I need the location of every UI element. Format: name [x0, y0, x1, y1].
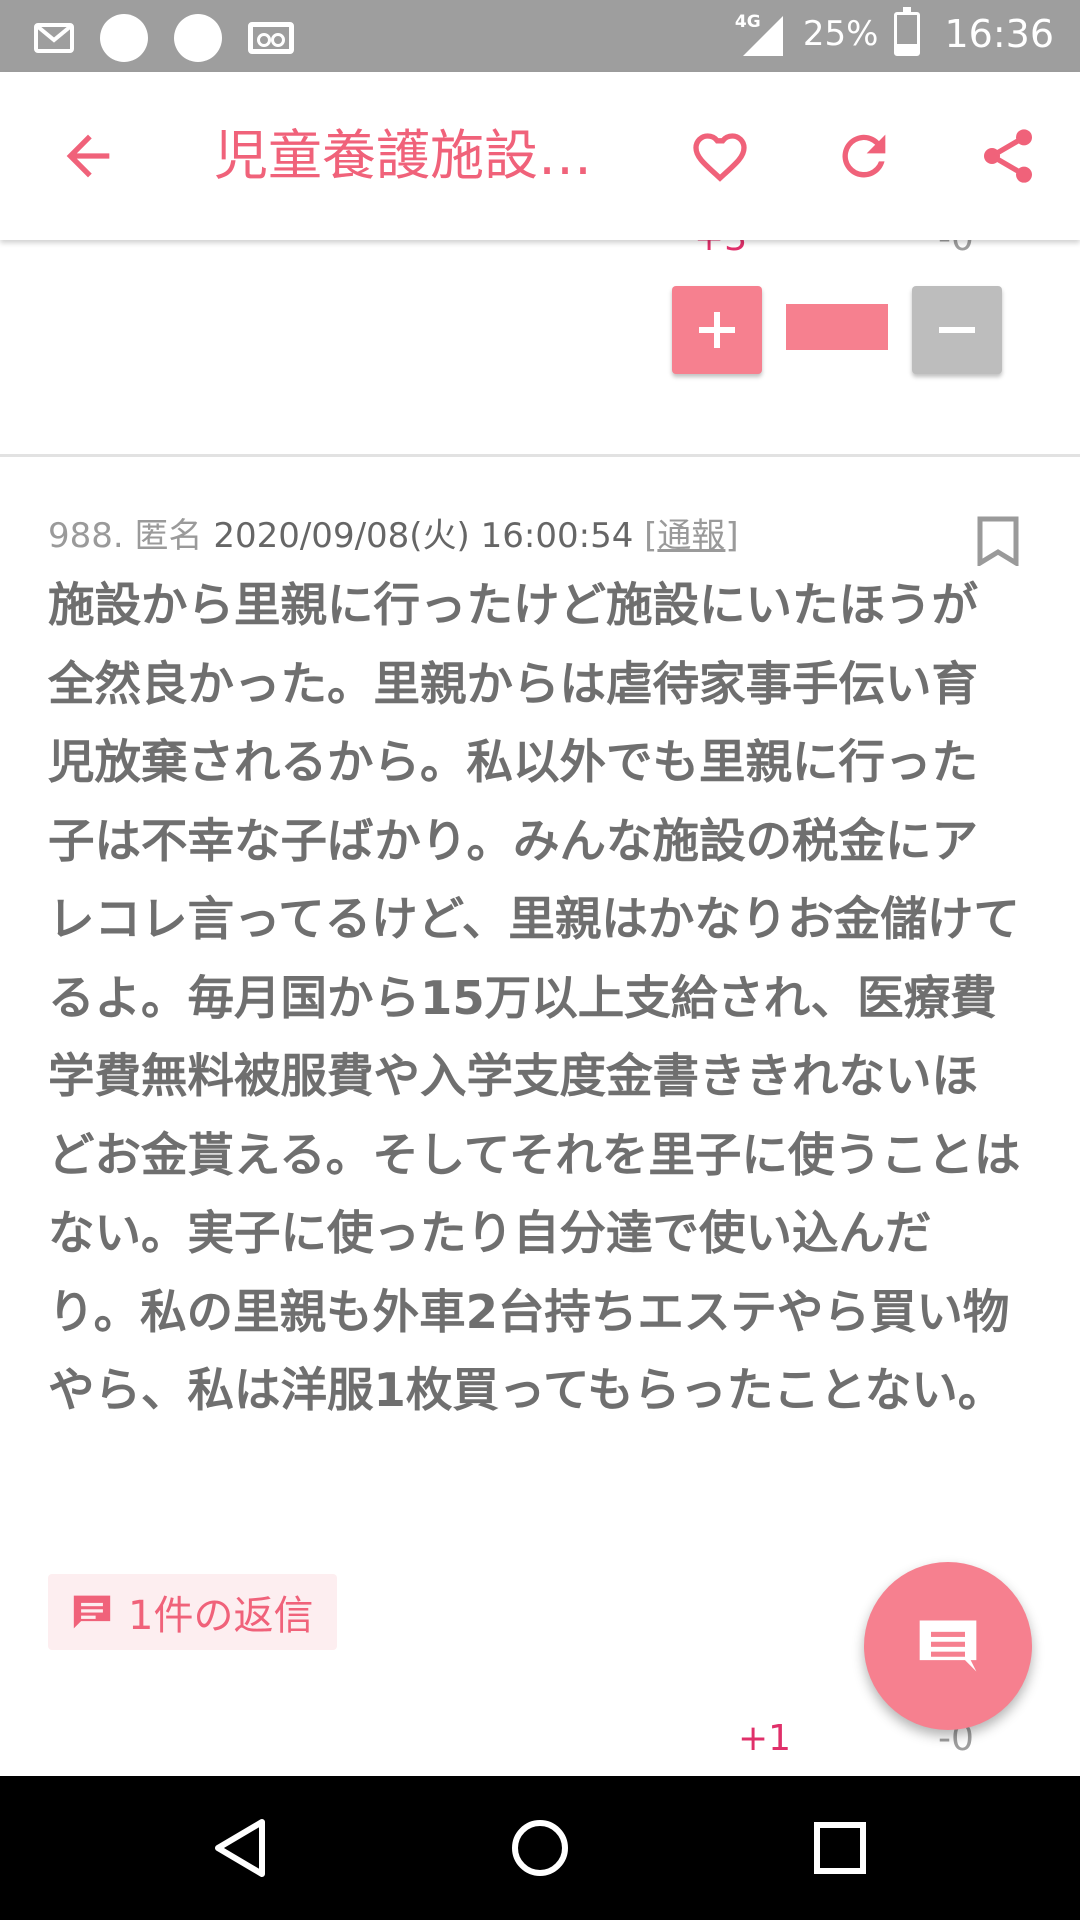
comment-icon	[919, 1620, 977, 1672]
heart-icon[interactable]	[688, 124, 752, 188]
screen: 4G 25% 16:36 児童養護施設… 988. 匿名 2020/09/08(…	[0, 0, 1080, 1920]
battery-percent: 25%	[802, 14, 879, 54]
post-meta: 988. 匿名 2020/09/08(火) 16:00:54 [通報]	[48, 508, 739, 557]
comment-fab[interactable]	[864, 1562, 1032, 1730]
post-number: 988.	[48, 516, 124, 556]
post-divider	[0, 454, 1080, 457]
vote-ratio-bar	[786, 304, 888, 350]
post-date: 2020/09/08(火) 16:00:54	[213, 516, 634, 556]
home-circle-icon[interactable]	[502, 1810, 578, 1886]
gmail-icon	[34, 23, 74, 53]
post-author: 匿名	[134, 516, 203, 556]
comment-icon	[73, 1595, 111, 1629]
app-bar: 児童養護施設…	[0, 72, 1080, 240]
report-link[interactable]: [通報]	[644, 516, 739, 556]
recents-square-icon[interactable]	[802, 1810, 878, 1886]
page-title: 児童養護施設…	[214, 124, 592, 187]
post-plus-count: +1	[738, 1718, 792, 1759]
refresh-icon[interactable]	[832, 124, 896, 188]
clock: 16:36	[944, 12, 1054, 56]
status-bar: 4G 25% 16:36	[0, 0, 1080, 72]
notification-dot-icon	[100, 14, 148, 62]
notification-dot-icon	[174, 14, 222, 62]
plus-vote-button[interactable]	[672, 286, 762, 374]
back-triangle-icon[interactable]	[204, 1810, 280, 1886]
battery-level	[897, 43, 918, 53]
system-icons: 4G 25% 16:36	[735, 7, 1054, 58]
share-icon[interactable]	[976, 124, 1040, 188]
reply-count-button[interactable]: 1件の返信	[48, 1574, 338, 1650]
reply-count-label: 1件の返信	[128, 1593, 314, 1639]
post-body: 施設から里親に行ったけど施設にいたほうが全然良かった。里親からは虐待家事手伝い育…	[48, 578, 1021, 1417]
minus-vote-button[interactable]	[912, 286, 1002, 374]
notification-icons	[34, 14, 294, 62]
battery-icon	[894, 7, 921, 56]
prev-minus-count: -0	[938, 240, 974, 259]
back-arrow-icon[interactable]	[56, 124, 120, 188]
plus-icon	[699, 312, 735, 348]
minus-icon	[939, 327, 975, 333]
bookmark-icon[interactable]	[976, 516, 1020, 568]
prev-plus-count: +3	[694, 240, 747, 259]
signal-icon: 4G	[735, 10, 787, 58]
thread-content[interactable]: +3 -0 988. 匿名 2020/09/08(火) 16:00:54 [通報…	[0, 240, 1080, 1776]
navigation-bar	[0, 1776, 1080, 1920]
vote-ratio-fill	[786, 304, 888, 350]
voicemail-icon	[248, 22, 294, 54]
